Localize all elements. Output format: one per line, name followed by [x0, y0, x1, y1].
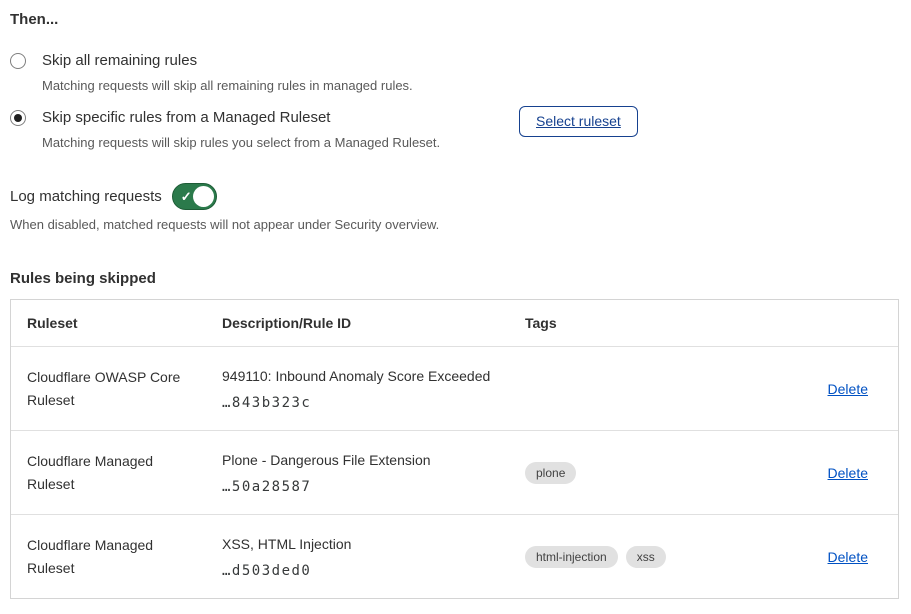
table-header-row: Ruleset Description/Rule ID Tags [11, 300, 898, 346]
option-label-skip-all[interactable]: Skip all remaining rules [42, 51, 413, 71]
tags-cell: plone [525, 462, 768, 484]
log-description: When disabled, matched requests will not… [10, 217, 899, 232]
option-label-skip-specific[interactable]: Skip specific rules from a Managed Rules… [42, 108, 440, 128]
rule-description: Plone - Dangerous File Extension [222, 451, 505, 469]
then-heading: Then... [10, 11, 899, 28]
check-icon: ✓ [181, 190, 192, 203]
rule-description: 949110: Inbound Anomaly Score Exceeded [222, 367, 505, 385]
radio-skip-all-remaining[interactable] [10, 53, 26, 69]
rule-id: …843b323c [222, 395, 505, 411]
radio-skip-specific[interactable] [10, 110, 26, 126]
table-row: Cloudflare Managed Ruleset XSS, HTML Inj… [11, 514, 898, 598]
tag-badge: html-injection [525, 546, 618, 568]
rule-id: …50a28587 [222, 479, 505, 495]
table-row: Cloudflare OWASP Core Ruleset 949110: In… [11, 346, 898, 430]
ruleset-name: Cloudflare Managed Ruleset [27, 450, 222, 496]
ruleset-name: Cloudflare OWASP Core Ruleset [27, 366, 222, 412]
table-row: Cloudflare Managed Ruleset Plone - Dange… [11, 430, 898, 514]
rules-being-skipped-table: Ruleset Description/Rule ID Tags Cloudfl… [10, 299, 899, 599]
select-ruleset-button[interactable]: Select ruleset [519, 106, 638, 137]
waf-rule-action-panel: Then... Skip all remaining rules Matchin… [0, 0, 911, 614]
rules-being-skipped-heading: Rules being skipped [10, 270, 899, 287]
option-description-skip-all: Matching requests will skip all remainin… [42, 77, 413, 94]
column-header-ruleset: Ruleset [27, 312, 222, 335]
log-matching-requests-label: Log matching requests [10, 188, 162, 205]
tag-badge: xss [626, 546, 666, 568]
option-description-skip-specific: Matching requests will skip rules you se… [42, 134, 440, 151]
ruleset-name: Cloudflare Managed Ruleset [27, 534, 222, 580]
option-skip-specific-rules: Skip specific rules from a Managed Rules… [10, 108, 899, 151]
log-toggle[interactable]: ✓ [172, 183, 217, 210]
delete-rule-link[interactable]: Delete [828, 549, 868, 565]
column-header-description-rule-id: Description/Rule ID [222, 315, 525, 331]
rule-description: XSS, HTML Injection [222, 535, 505, 553]
log-matching-requests-row: Log matching requests ✓ [10, 183, 899, 210]
tag-badge: plone [525, 462, 576, 484]
tags-cell: html-injection xss [525, 546, 768, 568]
rule-id: …d503ded0 [222, 563, 505, 579]
option-skip-all-remaining-rules: Skip all remaining rules Matching reques… [10, 51, 899, 94]
toggle-knob [193, 186, 214, 207]
delete-rule-link[interactable]: Delete [828, 381, 868, 397]
column-header-tags: Tags [525, 315, 768, 331]
delete-rule-link[interactable]: Delete [828, 465, 868, 481]
